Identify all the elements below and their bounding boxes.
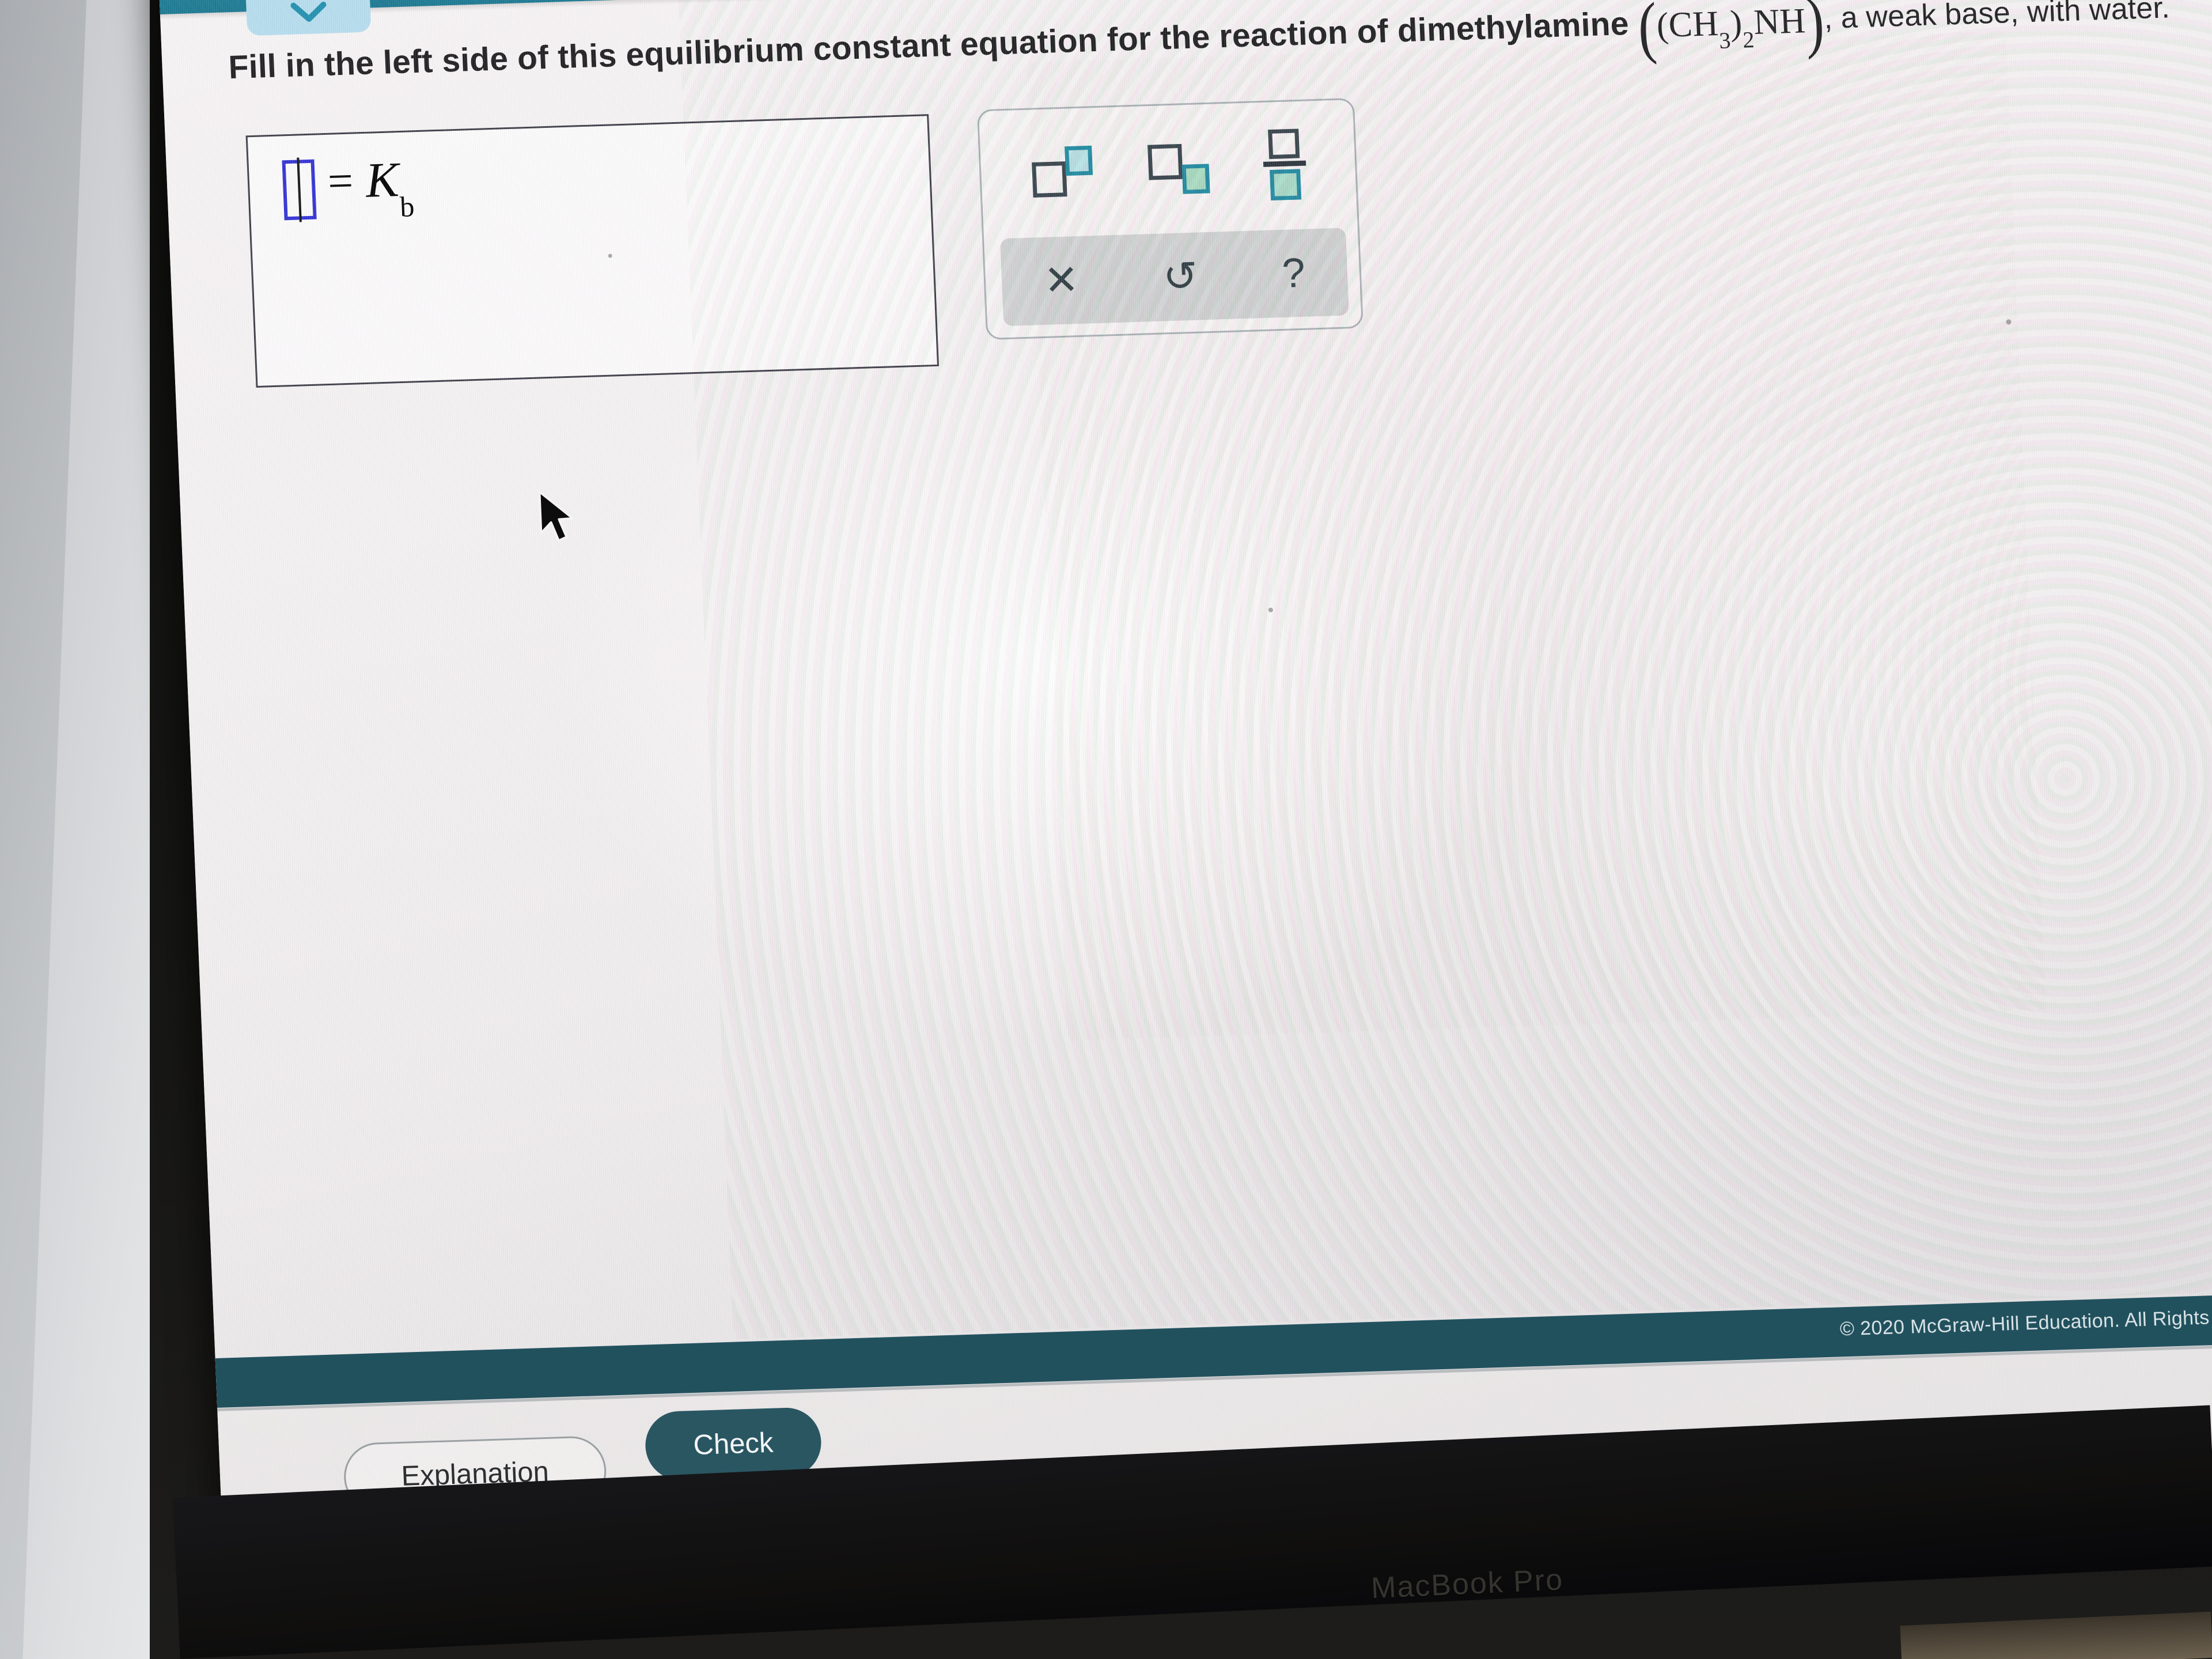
fraction-icon[interactable] <box>1260 127 1308 203</box>
constant-subscript: b <box>399 190 415 224</box>
photograph-of-laptop-screen: Fill in the left side of this equilibriu… <box>0 0 2212 1659</box>
math-input-palette[interactable]: ✕ ↺ ? <box>976 97 1363 340</box>
chemical-formula-dimethylamine: ((CH3)2NH) <box>1637 0 1826 66</box>
answer-blank-field[interactable] <box>282 159 317 221</box>
question-tail-text: , a weak base, with water. <box>1823 0 2171 36</box>
palette-format-tools <box>979 100 1358 238</box>
formula-close-paren: ) <box>1804 0 1826 60</box>
undo-icon[interactable]: ↺ <box>1162 253 1199 301</box>
answer-input-box[interactable]: = Kb <box>245 114 940 388</box>
help-icon[interactable]: ? <box>1281 250 1306 297</box>
collapse-panel-tab[interactable] <box>244 0 372 36</box>
formula-inner-open-paren: ( <box>1656 5 1670 46</box>
equals-sign: = <box>327 155 354 206</box>
formula-rest: NH <box>1753 1 1806 43</box>
mouse-cursor <box>538 490 574 542</box>
chevron-down-icon <box>290 2 326 22</box>
superscript-icon[interactable] <box>1028 144 1097 201</box>
formula-group: CH <box>1668 3 1719 45</box>
constant-letter: K <box>365 151 400 208</box>
formula-open-paren: ( <box>1637 0 1658 66</box>
laptop-screen: Fill in the left side of this equilibriu… <box>158 0 2212 1563</box>
clear-icon[interactable]: ✕ <box>1043 257 1080 304</box>
equilibrium-equation: = Kb <box>282 151 415 223</box>
subscript-icon[interactable] <box>1145 140 1213 197</box>
formula-group-count: 2 <box>1742 26 1755 54</box>
equilibrium-constant-symbol: Kb <box>365 151 415 223</box>
palette-action-tools: ✕ ↺ ? <box>1000 228 1350 327</box>
formula-inner-close-paren: ) <box>1729 3 1743 43</box>
formula-group-subscript: 3 <box>1718 27 1732 54</box>
